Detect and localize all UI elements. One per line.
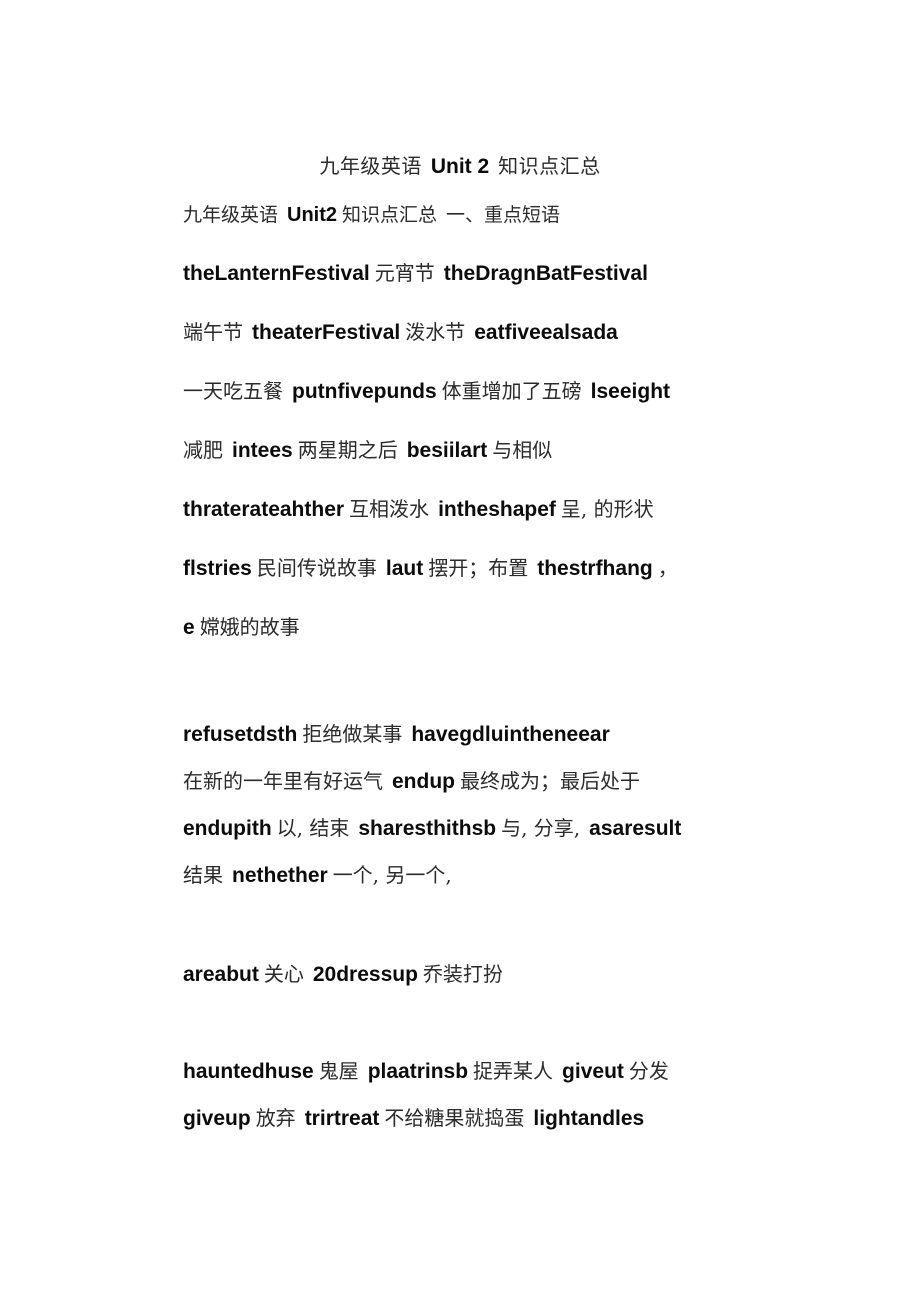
text-run-en: endupith [183, 817, 272, 840]
text-run-en: thraterateahther [183, 498, 345, 521]
text-run-cn: 放弃 [255, 1106, 296, 1130]
paragraph-phrases-1: theLanternFestival 元宵节 theDragnBatFestival… [183, 244, 783, 657]
page-title-segment: Unit 2 [430, 154, 490, 178]
text-run-en: e [183, 616, 195, 639]
text-run-en: giveut [562, 1060, 624, 1083]
text-run-en: laut [385, 557, 424, 580]
text-run-en: theLanternFestival [183, 262, 370, 285]
text-line: 一天吃五餐 putnfivepunds 体重增加了五磅 lseeight [183, 362, 783, 421]
paragraph-intro: 九年级英语 Unit2 知识点汇总 一、重点短语 [183, 185, 783, 244]
text-line: areabut 关心 20dressup 乔装打扮 [183, 951, 783, 998]
text-line: 九年级英语 Unit2 知识点汇总 一、重点短语 [183, 185, 783, 244]
text-run-cn: 两星期之后 [297, 438, 398, 462]
text-run-en: plaatrinsb [367, 1060, 469, 1083]
text-run-en: thestrfhang [537, 557, 653, 580]
text-run-cn: 一、重点短语 [446, 204, 561, 226]
text-line: 减肥 intees 两星期之后 besiilart 与相似 [183, 421, 783, 480]
text-run-cn: 体重增加了五磅 [441, 379, 582, 403]
text-run-cn: 分发 [628, 1059, 669, 1083]
text-line: e 嫦娥的故事 [183, 598, 783, 657]
text-run-en: theDragnBatFestival [443, 262, 648, 285]
text-run-cn: 摆开；布置 [428, 556, 529, 580]
text-run-cn: 在新的一年里有好运气 [183, 769, 383, 793]
text-run-en: endup [392, 770, 455, 793]
text-line: flstries 民间传说故事 laut 摆开；布置 thestrfhang， [183, 539, 783, 598]
text-run-en: intees [232, 439, 293, 462]
page-title-segment: 九年级英语 [319, 153, 422, 178]
text-run-cn: 呈, 的形状 [560, 497, 654, 521]
text-run-en: asaresult [589, 817, 682, 840]
text-line: refusetdsth 拒绝做某事 havegdluintheneear [183, 711, 783, 758]
text-line: theLanternFestival 元宵节 theDragnBatFestival [183, 244, 783, 303]
text-run-cn: 拒绝做某事 [302, 722, 403, 746]
text-run-en: 20dressup [312, 963, 418, 986]
text-run-cn: 以, 结束 [276, 816, 350, 840]
text-run-cn: 九年级英语 [183, 204, 279, 226]
text-run-cn: 乔装打扮 [422, 962, 503, 986]
text-run-en: Unit2 [287, 204, 338, 226]
text-run-en: hauntedhuse [183, 1060, 314, 1083]
text-run-cn: 端午节 [183, 320, 243, 344]
text-run-cn: 知识点汇总 [342, 204, 438, 226]
text-run-en: havegdluintheneear [411, 723, 610, 746]
text-line: endupith 以, 结束 sharesthithsb 与, 分享, asaresul… [183, 805, 783, 852]
paragraph-phrases-3: areabut 关心 20dressup 乔装打扮 [183, 951, 783, 998]
text-run-cn: 减肥 [183, 438, 223, 462]
document-body: 九年级英语 Unit2 知识点汇总 一、重点短语 theLanternFestival… [183, 185, 783, 1142]
text-line: thraterateahther 互相泼水 intheshapef 呈, 的形状 [183, 480, 783, 539]
text-run-cn: 关心 [263, 962, 304, 986]
text-run-cn: 不给糖果就捣蛋 [384, 1106, 525, 1130]
text-run-en: eatfiveealsada [474, 321, 618, 344]
text-run-cn: ， [657, 556, 678, 580]
text-line: 在新的一年里有好运气 endup 最终成为；最后处于 [183, 758, 783, 805]
text-run-en: lseeight [590, 380, 671, 403]
text-run-en: theaterFestival [252, 321, 401, 344]
text-run-en: besiilart [406, 439, 488, 462]
text-run-cn: 嫦娥的故事 [199, 615, 300, 639]
text-run-cn: 与相似 [492, 438, 553, 462]
text-run-en: intheshapef [438, 498, 556, 521]
text-run-cn: 鬼屋 [318, 1059, 359, 1083]
text-run-cn: 最终成为；最后处于 [460, 769, 640, 793]
text-line: 结果 nethether 一个, 另一个, [183, 852, 783, 899]
text-run-cn: 一天吃五餐 [183, 379, 283, 403]
text-line: giveup 放弃 trirtreat 不给糖果就捣蛋 lightandles [183, 1095, 783, 1142]
document-page: 九年级英语 Unit 2 知识点汇总 九年级英语 Unit2 知识点汇总 一、重点短语 t… [0, 0, 920, 1303]
text-run-cn: 结果 [183, 863, 223, 887]
text-run-en: putnfivepunds [292, 380, 437, 403]
text-run-cn: 民间传说故事 [256, 556, 377, 580]
text-run-cn: 一个, 另一个, [332, 863, 452, 887]
text-run-en: areabut [183, 963, 259, 986]
text-run-en: trirtreat [304, 1107, 380, 1130]
paragraph-phrases-4: hauntedhuse 鬼屋 plaatrinsb 捉弄某人 giveut 分发 give… [183, 1048, 783, 1142]
text-run-en: refusetdsth [183, 723, 298, 746]
text-line: 端午节 theaterFestival 泼水节 eatfiveealsada [183, 303, 783, 362]
text-run-en: nethether [232, 864, 328, 887]
text-run-en: sharesthithsb [358, 817, 497, 840]
page-title: 九年级英语 Unit 2 知识点汇总 [0, 137, 920, 191]
text-run-cn: 泼水节 [405, 320, 466, 344]
text-run-en: flstries [183, 557, 252, 580]
page-title-segment: 知识点汇总 [498, 153, 601, 178]
text-run-en: lightandles [533, 1107, 645, 1130]
paragraph-phrases-2: refusetdsth 拒绝做某事 havegdluintheneear 在新的一年… [183, 711, 783, 899]
text-run-cn: 互相泼水 [349, 497, 430, 521]
text-run-cn: 元宵节 [374, 261, 435, 285]
text-line: hauntedhuse 鬼屋 plaatrinsb 捉弄某人 giveut 分发 [183, 1048, 783, 1095]
text-run-cn: 与, 分享, [501, 816, 581, 840]
text-run-en: giveup [183, 1107, 251, 1130]
text-run-cn: 捉弄某人 [473, 1059, 554, 1083]
